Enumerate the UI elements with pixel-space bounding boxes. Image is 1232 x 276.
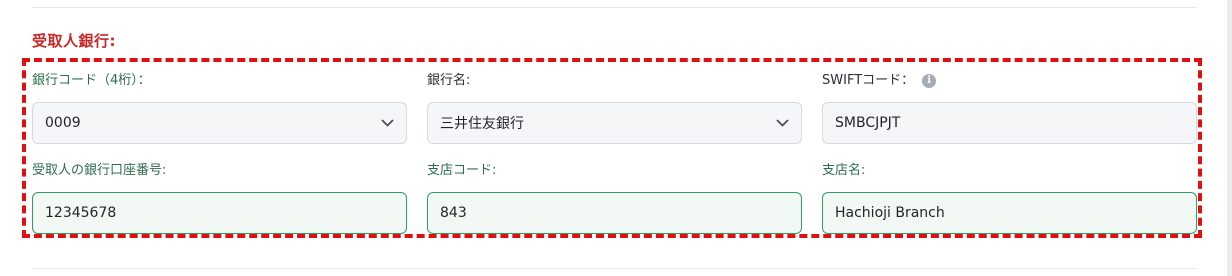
swift-code-value: SMBCJPJT (835, 115, 901, 131)
branch-code-value: 843 (440, 205, 467, 221)
info-icon[interactable]: i (922, 74, 937, 88)
branch-code-input[interactable]: 843 (427, 192, 802, 234)
bank-name-field: 銀行名: 三井住友銀行 (427, 72, 802, 144)
top-divider (32, 7, 1197, 8)
chevron-down-icon (775, 116, 789, 130)
swift-code-input[interactable]: SMBCJPJT (822, 102, 1197, 144)
bank-code-label: 銀行コード（4桁）： (32, 73, 151, 88)
bank-code-value: 0009 (45, 115, 81, 131)
bottom-divider (32, 268, 1197, 269)
bank-name-value: 三井住友銀行 (440, 116, 524, 132)
bank-code-select[interactable]: 0009 (32, 102, 407, 144)
bank-name-select[interactable]: 三井住友銀行 (427, 102, 802, 144)
swift-code-field: SWIFTコード： i SMBCJPJT (822, 72, 1197, 144)
account-number-value: 12345678 (45, 205, 117, 221)
bank-name-label: 銀行名: (427, 73, 471, 88)
swift-code-label-row: SWIFTコード： i (822, 72, 1197, 90)
account-number-field: 受取人の銀行口座番号: 12345678 (32, 162, 407, 234)
branch-name-input[interactable]: Hachioji Branch (822, 192, 1197, 234)
chevron-down-icon (380, 116, 394, 130)
branch-name-label: 支店名: (822, 163, 866, 178)
scrollbar-track[interactable] (1227, 0, 1232, 276)
branch-code-label: 支店コード: (427, 163, 497, 178)
section-title: 受取人銀行: (32, 32, 116, 50)
bank-code-field: 銀行コード（4桁）： 0009 (32, 72, 407, 144)
swift-code-label: SWIFTコード： (822, 73, 915, 88)
branch-name-field: 支店名: Hachioji Branch (822, 162, 1197, 234)
branch-name-value: Hachioji Branch (835, 205, 945, 221)
account-number-label: 受取人の銀行口座番号: (32, 163, 167, 178)
account-number-input[interactable]: 12345678 (32, 192, 407, 234)
branch-code-field: 支店コード: 843 (427, 162, 802, 234)
